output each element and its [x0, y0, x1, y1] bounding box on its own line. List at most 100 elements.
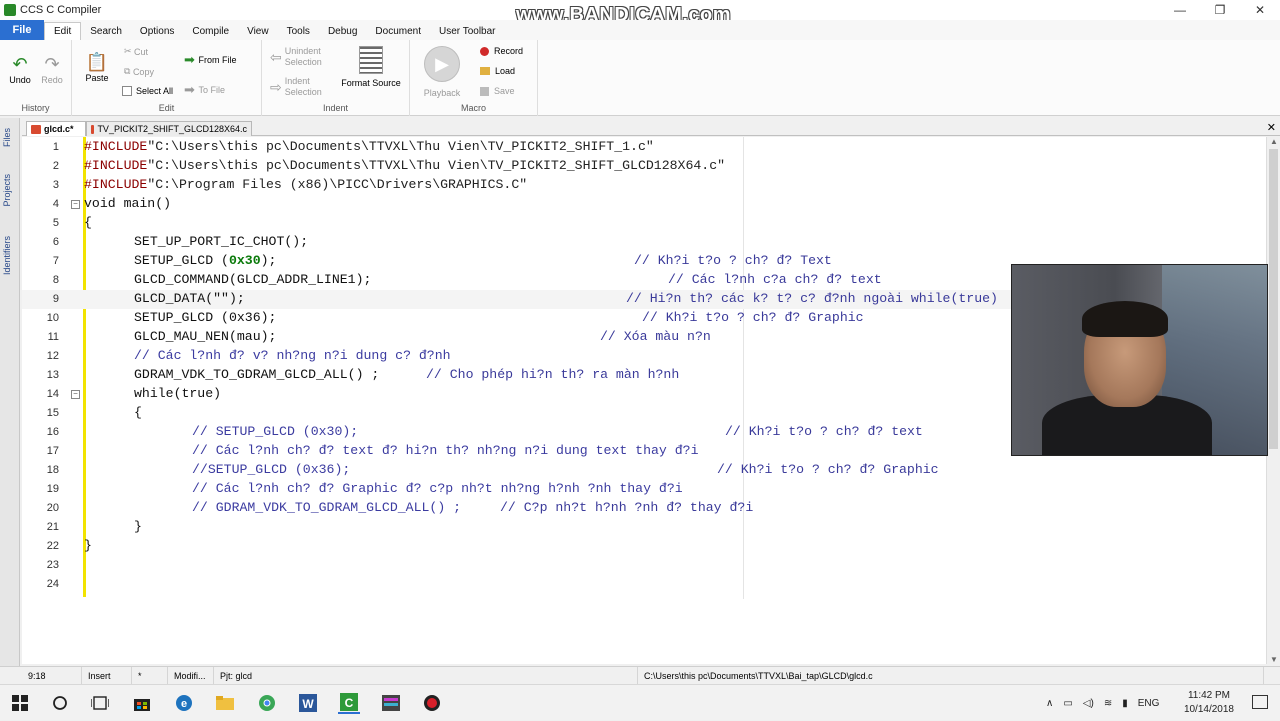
battery-icon[interactable]: ▮ [1122, 698, 1128, 709]
redo-icon: ↷ [44, 54, 60, 74]
menu-debug[interactable]: Debug [319, 22, 366, 40]
format-source-icon [359, 46, 383, 74]
status-bar: 9:18 Insert * Modifi... Pjt: glcd C:\Use… [0, 666, 1280, 685]
menu-user-toolbar[interactable]: User Toolbar [430, 22, 505, 40]
maximize-button[interactable]: ❐ [1200, 0, 1240, 20]
task-view-icon[interactable] [89, 692, 111, 714]
code-line: 21} [46, 519, 142, 534]
code-line: 23 [46, 559, 59, 571]
app-icon [4, 4, 16, 16]
copy-button[interactable]: ⧉ Copy [124, 66, 154, 77]
ccs-compiler-taskbar-icon[interactable]: C [338, 692, 360, 714]
ribbon: ↶ Undo ↷ Redo History 📋 Paste ✂ Cut ⧉ Co… [0, 40, 1280, 116]
format-source-button[interactable]: Format Source [338, 46, 404, 88]
cursor-position: 9:18 [22, 667, 82, 685]
menu-compile[interactable]: Compile [183, 22, 238, 40]
files-tab[interactable]: Files [2, 128, 12, 147]
edge-browser-icon[interactable]: e [173, 692, 195, 714]
tab-tv-pickit2-shift-glcd[interactable]: TV_PICKIT2_SHIFT_GLCD128X64.c [86, 121, 252, 136]
store-icon[interactable] [131, 692, 153, 714]
webcam-overlay [1011, 264, 1268, 456]
menu-document[interactable]: Document [366, 22, 430, 40]
minimize-button[interactable]: — [1160, 0, 1200, 20]
wifi-icon[interactable]: ≋ [1104, 698, 1112, 709]
system-tray: ∧ ▭ ◁) ≋ ▮ ENG [1046, 685, 1159, 721]
fold-toggle-icon[interactable]: − [71, 200, 80, 209]
undo-button[interactable]: ↶ Undo [6, 54, 34, 85]
save-macro-button[interactable]: Save [480, 86, 515, 96]
copy-icon: ⧉ [124, 66, 133, 76]
playback-button[interactable]: ▶ Playback [420, 46, 464, 98]
close-tab-icon[interactable]: ✕ [1267, 121, 1276, 134]
c-file-icon [31, 124, 41, 134]
indent-button[interactable]: ⇨ Indent Selection [270, 76, 342, 98]
to-file-icon: ➡ [184, 82, 199, 97]
side-panel: Files Projects Identifiers [0, 118, 20, 666]
app-icon-generic[interactable] [380, 692, 402, 714]
history-group: ↶ Undo ↷ Redo History [0, 40, 72, 116]
indent-icon: ⇨ [270, 78, 282, 95]
menu-search[interactable]: Search [81, 22, 131, 40]
to-file-button[interactable]: ➡ To File [184, 82, 225, 98]
from-file-button[interactable]: ➡ From File [184, 52, 237, 68]
menu-bar: File Edit Search Options Compile View To… [0, 20, 1280, 40]
redo-button[interactable]: ↷ Redo [38, 54, 66, 85]
c-file-icon [91, 124, 95, 134]
cut-button[interactable]: ✂ Cut [124, 46, 148, 57]
projects-tab[interactable]: Projects [2, 174, 12, 207]
checkbox-icon [122, 86, 132, 96]
menu-options[interactable]: Options [131, 22, 183, 40]
code-line: 3 #INCLUDE"C:\Program Files (x86)\PICC\Dr… [52, 177, 528, 192]
menu-view[interactable]: View [238, 22, 278, 40]
svg-text:W: W [302, 697, 314, 711]
code-line: 19// Các l?nh ch? đ? Graphic đ? c?p nh?t… [46, 481, 683, 496]
file-path: C:\Users\this pc\Documents\TTVXL\Bai_tap… [638, 667, 1264, 685]
record-button[interactable]: Record [480, 46, 523, 56]
fold-toggle-icon[interactable]: − [71, 390, 80, 399]
scrollbar-thumb[interactable] [1269, 149, 1278, 449]
volume-icon[interactable]: ◁) [1083, 698, 1094, 709]
tab-glcd-c[interactable]: glcd.c* [26, 121, 86, 136]
scroll-up-icon[interactable]: ▲ [1270, 137, 1278, 146]
chevron-up-icon[interactable]: ∧ [1046, 698, 1053, 709]
unindent-button[interactable]: ⇦ Unindent Selection [270, 46, 342, 68]
modified-marker: * [132, 667, 168, 685]
select-all-button[interactable]: Select All [122, 86, 173, 96]
file-explorer-icon[interactable] [214, 692, 236, 714]
paste-icon: 📋 [85, 52, 109, 72]
menu-edit[interactable]: Edit [44, 22, 82, 40]
menu-file[interactable]: File [0, 20, 44, 40]
taskbar: e W C ∧ ▭ ◁) ≋ ▮ ENG 11:42 PM 10/14/2018 [0, 684, 1280, 720]
taskbar-clock[interactable]: 11:42 PM 10/14/2018 [1184, 689, 1234, 717]
identifiers-tab[interactable]: Identifiers [2, 236, 12, 275]
record-icon [480, 46, 489, 56]
code-line: 18//SETUP_GLCD (0x36);// Kh?i t?o ? ch? … [46, 462, 939, 477]
from-file-icon: ➡ [184, 52, 199, 67]
code-line: 22} [46, 538, 92, 553]
save-icon [480, 86, 489, 96]
project-status: Pjt: glcd [214, 667, 638, 685]
modified-status: Modifi... [168, 667, 214, 685]
svg-text:C: C [345, 696, 354, 710]
notifications-icon[interactable] [1252, 695, 1268, 709]
code-line: 2 #INCLUDE"C:\Users\this pc\Documents\TTV… [52, 158, 726, 173]
playback-icon: ▶ [424, 46, 460, 82]
scroll-down-icon[interactable]: ▼ [1270, 655, 1278, 664]
vertical-scrollbar[interactable]: ▲ ▼ [1266, 137, 1280, 664]
network-icon[interactable]: ▭ [1063, 698, 1072, 709]
unindent-icon: ⇦ [270, 48, 282, 65]
load-button[interactable]: Load [480, 66, 515, 76]
paste-button[interactable]: 📋 Paste [82, 52, 112, 83]
chrome-icon[interactable] [256, 692, 278, 714]
code-line: 4− void main() [52, 196, 172, 211]
menu-tools[interactable]: Tools [278, 22, 319, 40]
close-button[interactable]: ✕ [1240, 0, 1280, 20]
code-line: 20// GDRAM_VDK_TO_GDRAM_GLCD_ALL() ;// C… [46, 500, 754, 515]
folder-icon [480, 67, 490, 75]
word-icon[interactable]: W [297, 692, 319, 714]
search-icon[interactable] [49, 692, 71, 714]
bandicam-record-icon[interactable] [421, 692, 443, 714]
language-indicator[interactable]: ENG [1138, 698, 1160, 709]
windows-start-icon[interactable] [9, 692, 31, 714]
window-title: CCS C Compiler [20, 4, 102, 16]
